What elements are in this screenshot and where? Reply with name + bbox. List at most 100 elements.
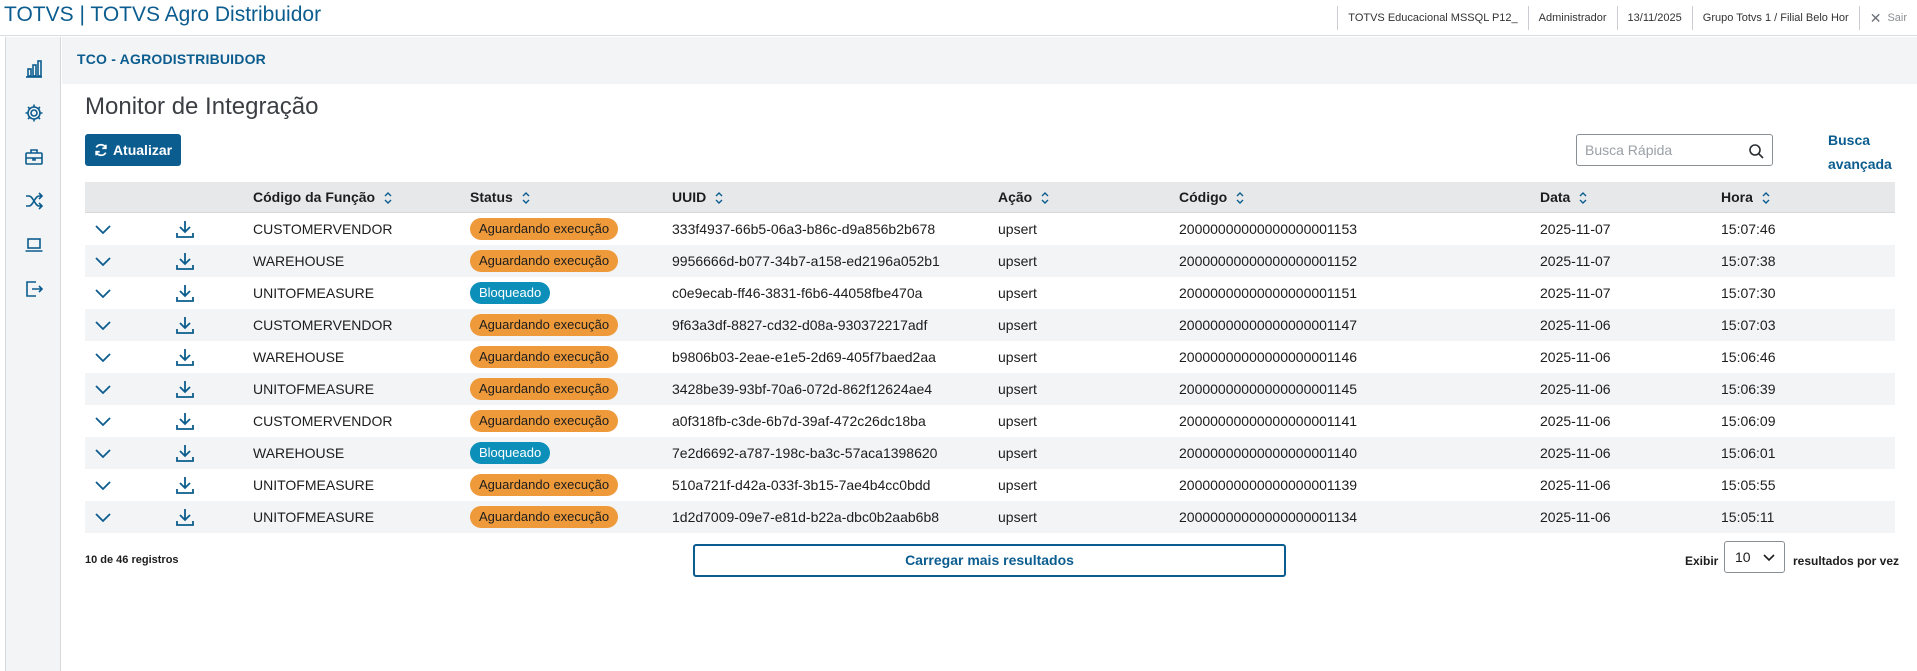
cell-function-code: CUSTOMERVENDOR [253, 221, 393, 237]
column-header-label: UUID [672, 189, 707, 205]
expand-chevron-icon[interactable] [93, 445, 113, 461]
download-icon[interactable] [174, 506, 196, 528]
cell-code: 20000000000000000001145 [1179, 381, 1358, 397]
cell-code: 20000000000000000001153 [1179, 221, 1358, 237]
cell-code: 20000000000000000001146 [1179, 349, 1358, 365]
column-header-function-code[interactable]: Código da Função [253, 182, 393, 213]
sort-icon [1762, 191, 1770, 204]
gear-icon[interactable] [22, 101, 46, 125]
status-badge: Aguardando execução [470, 218, 619, 240]
expand-chevron-icon[interactable] [93, 349, 113, 365]
cell-code: 20000000000000000001152 [1179, 253, 1358, 269]
expand-chevron-icon[interactable] [93, 253, 113, 269]
cell-date: 2025-11-06 [1540, 413, 1611, 429]
download-icon[interactable] [174, 346, 196, 368]
cell-uuid: c0e9ecab-ff46-3831-f6b6-44058fbe470a [672, 285, 923, 301]
cell-action: upsert [998, 477, 1037, 493]
download-icon[interactable] [174, 474, 196, 496]
table-row: CUSTOMERVENDOR a0f318fb-c3de-6b7d-39af-47… [85, 405, 1895, 437]
shuffle-icon[interactable] [22, 189, 46, 213]
laptop-icon[interactable] [22, 233, 46, 257]
briefcase-icon[interactable] [22, 145, 46, 169]
refresh-button[interactable]: Atualizar [85, 134, 181, 166]
column-header-time[interactable]: Hora [1721, 182, 1771, 213]
cell-time: 15:05:11 [1721, 509, 1775, 525]
cell-function-code: CUSTOMERVENDOR [253, 317, 393, 333]
breadcrumb-bar: TCO - AGRODISTRIBUIDOR [62, 37, 1917, 84]
table-row: WAREHOUSE 9956666d-b077-34b7-a158-ed2196a… [85, 245, 1895, 277]
column-header-uuid[interactable]: UUID [672, 182, 724, 213]
user-info[interactable]: Administrador [1527, 6, 1617, 30]
sort-icon [522, 191, 530, 204]
status-badge: Bloqueado [470, 282, 551, 304]
expand-chevron-icon[interactable] [93, 381, 113, 397]
column-header-label: Hora [1721, 189, 1753, 205]
branch-info[interactable]: Grupo Totvs 1 / Filial Belo Hor [1691, 6, 1859, 30]
exit-button[interactable]: ✕ Sair [1858, 6, 1917, 30]
cell-code: 20000000000000000001140 [1179, 445, 1358, 461]
table-row: WAREHOUSE 7e2d6692-a787-198c-ba3c-57aca13… [85, 437, 1895, 469]
cell-time: 15:07:03 [1721, 317, 1776, 333]
cell-function-code: CUSTOMERVENDOR [253, 413, 393, 429]
download-icon[interactable] [174, 250, 196, 272]
cell-time: 15:07:46 [1721, 221, 1776, 237]
cell-date: 2025-11-06 [1540, 445, 1611, 461]
cell-action: upsert [998, 349, 1037, 365]
cell-date: 2025-11-07 [1540, 285, 1611, 301]
cell-uuid: 3428be39-93bf-70a6-072d-862f12624ae4 [672, 381, 933, 397]
quick-search-input[interactable] [1585, 141, 1745, 159]
cell-date: 2025-11-06 [1540, 317, 1611, 333]
expand-chevron-icon[interactable] [93, 509, 113, 525]
column-header-action[interactable]: Ação [998, 182, 1050, 213]
download-icon[interactable] [174, 218, 196, 240]
cell-date: 2025-11-06 [1540, 477, 1611, 493]
advanced-search-link[interactable]: Busca avançada [1828, 128, 1898, 176]
cell-date: 2025-11-06 [1540, 381, 1611, 397]
cell-code: 20000000000000000001151 [1179, 285, 1358, 301]
download-icon[interactable] [174, 314, 196, 336]
status-badge: Bloqueado [470, 442, 551, 464]
cell-function-code: WAREHOUSE [253, 445, 345, 461]
date-info[interactable]: 13/11/2025 [1616, 6, 1692, 30]
column-header-label: Ação [998, 189, 1033, 205]
cell-action: upsert [998, 317, 1037, 333]
quick-search-field[interactable] [1576, 134, 1773, 166]
column-header-label: Código [1179, 189, 1228, 205]
sort-icon [715, 191, 723, 204]
cell-uuid: a0f318fb-c3de-6b7d-39af-472c26dc18ba [672, 413, 926, 429]
column-header-date[interactable]: Data [1540, 182, 1588, 213]
expand-chevron-icon[interactable] [93, 413, 113, 429]
cell-date: 2025-11-07 [1540, 221, 1611, 237]
expand-chevron-icon[interactable] [93, 317, 113, 333]
search-icon[interactable] [1748, 143, 1764, 159]
cell-time: 15:06:01 [1721, 445, 1776, 461]
bar-chart-icon[interactable] [22, 57, 46, 81]
column-header-code[interactable]: Código [1179, 182, 1245, 213]
cell-uuid: 1d2d7009-09e7-e81d-b22a-dbc0b2aab6b8 [672, 509, 940, 525]
cell-time: 15:07:38 [1721, 253, 1776, 269]
table-row: UNITOFMEASURE 1d2d7009-09e7-e81d-b22a-dbc… [85, 501, 1895, 533]
table-row: CUSTOMERVENDOR 333f4937-66b5-06a3-b86c-d9… [85, 213, 1895, 245]
download-icon[interactable] [174, 282, 196, 304]
download-icon[interactable] [174, 378, 196, 400]
cell-action: upsert [998, 253, 1037, 269]
download-icon[interactable] [174, 410, 196, 432]
breadcrumb[interactable]: TCO - AGRODISTRIBUIDOR [77, 51, 266, 67]
cell-function-code: UNITOFMEASURE [253, 509, 375, 525]
cell-code: 20000000000000000001134 [1179, 509, 1358, 525]
table-row: UNITOFMEASURE 510a721f-d42a-033f-3b15-7ae… [85, 469, 1895, 501]
column-header-status[interactable]: Status [470, 182, 531, 213]
load-more-button[interactable]: Carregar mais resultados [693, 544, 1286, 577]
logout-icon[interactable] [22, 277, 46, 301]
cell-action: upsert [998, 413, 1037, 429]
expand-chevron-icon[interactable] [93, 285, 113, 301]
cell-date: 2025-11-06 [1540, 349, 1611, 365]
download-icon[interactable] [174, 442, 196, 464]
expand-chevron-icon[interactable] [93, 221, 113, 237]
expand-chevron-icon[interactable] [93, 477, 113, 493]
sidebar [5, 37, 61, 671]
refresh-label: Atualizar [112, 142, 173, 158]
page-size-select[interactable]: 10 [1724, 541, 1785, 573]
cell-time: 15:05:55 [1721, 477, 1776, 493]
environment-info[interactable]: TOTVS Educacional MSSQL P12_ [1337, 6, 1527, 30]
